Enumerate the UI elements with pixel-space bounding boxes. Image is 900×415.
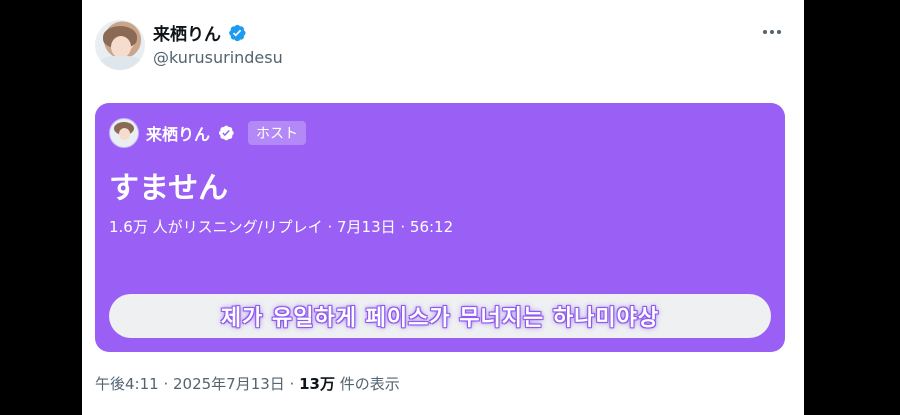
play-button-label: 제가 유일하게 페이스가 무너지는 하나미야상 [220,306,660,331]
play-recording-button[interactable]: 제가 유일하게 페이스가 무너지는 하나미야상 [109,294,771,338]
verified-badge-icon [217,124,235,142]
avatar-face [119,128,130,140]
dot [777,30,781,34]
dot [763,30,767,34]
space-host-row: 来栖りん ホスト [109,118,307,148]
avatar-clothes [99,56,143,70]
host-badge: ホスト [248,121,307,145]
space-card[interactable]: 来栖りん ホスト すません 1.6万 人がリスニング/リプレイ · 7月13日 … [95,103,785,352]
view-count: 13万 [299,375,335,393]
author-avatar[interactable] [95,20,145,70]
host-avatar [109,118,139,148]
author-name[interactable]: 来栖りん [153,20,221,45]
avatar-face [111,36,131,58]
tweet-card: 来栖りん @kurusurindesu 来栖りん ホスト すません 1.6万 人… [82,0,804,415]
tweet-footer: 午後4:11 · 2025年7月13日 · 13万 件の表示 [95,373,400,394]
timestamp[interactable]: 午後4:11 · 2025年7月13日 · [95,375,299,393]
verified-badge-icon [227,23,247,43]
author-handle[interactable]: @kurusurindesu [153,48,283,67]
space-title: すません [109,171,229,206]
dot [770,30,774,34]
host-name: 来栖りん [146,125,211,144]
view-label: 件の表示 [334,375,400,393]
more-dots-icon[interactable] [760,22,784,42]
author-name-row[interactable]: 来栖りん [153,20,247,45]
space-meta: 1.6万 人がリスニング/リプレイ · 7月13日 · 56:12 [109,218,454,236]
